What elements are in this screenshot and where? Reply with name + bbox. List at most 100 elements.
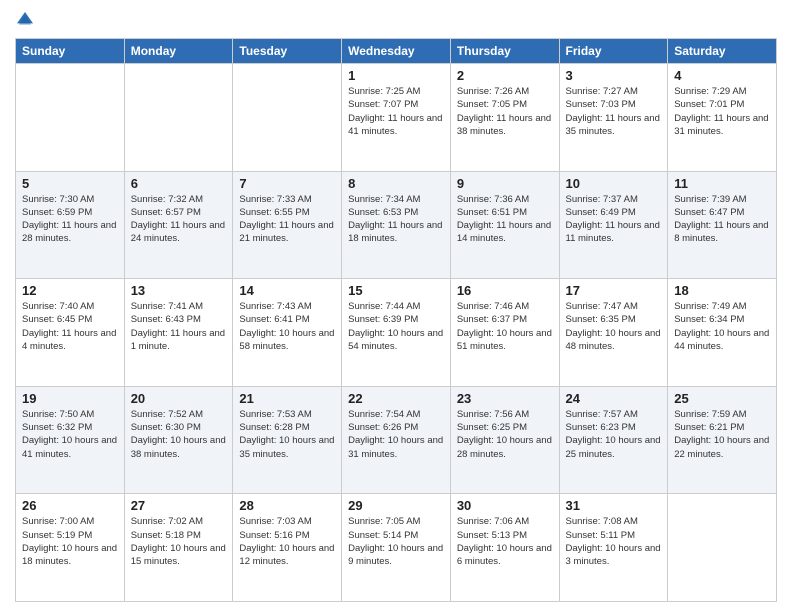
calendar-cell: 23Sunrise: 7:56 AM Sunset: 6:25 PM Dayli… bbox=[450, 386, 559, 494]
day-info: Sunrise: 7:41 AM Sunset: 6:43 PM Dayligh… bbox=[131, 300, 227, 353]
day-number: 8 bbox=[348, 176, 444, 191]
calendar-cell: 16 Sunrise: 7:46 AM Sunset: 6:37 PM Dayli… bbox=[450, 279, 559, 387]
day-number: 26 bbox=[22, 498, 118, 513]
day-info: Sunrise: 7:08 AM Sunset: 5:11 PM Dayligh… bbox=[566, 515, 662, 568]
calendar-cell: 3 Sunrise: 7:27 AM Sunset: 7:03 PM Daylig… bbox=[559, 64, 668, 172]
day-info: Sunrise: 7:26 AM Sunset: 7:05 PM Dayligh… bbox=[457, 85, 553, 138]
day-info: Sunrise: 7:47 AM Sunset: 6:35 PM Dayligh… bbox=[566, 300, 662, 353]
day-number: 10 bbox=[566, 176, 662, 191]
calendar-cell: 7Sunrise: 7:33 AM Sunset: 6:55 PM Daylig… bbox=[233, 171, 342, 279]
day-info: Sunrise: 7:32 AM Sunset: 6:57 PM Dayligh… bbox=[131, 193, 227, 246]
calendar-cell: 28 Sunrise: 7:03 AM Sunset: 5:16 PM Dayli… bbox=[233, 494, 342, 602]
day-info: Sunrise: 7:57 AM Sunset: 6:23 PM Dayligh… bbox=[566, 408, 662, 461]
day-number: 24 bbox=[566, 391, 662, 406]
day-info: Sunrise: 7:40 AM Sunset: 6:45 PM Dayligh… bbox=[22, 300, 118, 353]
day-info: Sunrise: 7:52 AM Sunset: 6:30 PM Dayligh… bbox=[131, 408, 227, 461]
logo bbox=[15, 10, 39, 30]
day-number: 11 bbox=[674, 176, 770, 191]
day-number: 23 bbox=[457, 391, 553, 406]
day-number: 18 bbox=[674, 283, 770, 298]
weekday-header-row: SundayMondayTuesdayWednesdayThursdayFrid… bbox=[16, 39, 777, 64]
day-number: 27 bbox=[131, 498, 227, 513]
day-info: Sunrise: 7:27 AM Sunset: 7:03 PM Dayligh… bbox=[566, 85, 662, 138]
day-info: Sunrise: 7:59 AM Sunset: 6:21 PM Dayligh… bbox=[674, 408, 770, 461]
calendar-cell: 10 Sunrise: 7:37 AM Sunset: 6:49 PM Dayli… bbox=[559, 171, 668, 279]
calendar-cell: 26 Sunrise: 7:00 AM Sunset: 5:19 PM Dayli… bbox=[16, 494, 125, 602]
calendar-cell: 25 Sunrise: 7:59 AM Sunset: 6:21 PM Dayli… bbox=[668, 386, 777, 494]
calendar-row-0: 1Sunrise: 7:25 AM Sunset: 7:07 PM Daylig… bbox=[16, 64, 777, 172]
day-number: 22 bbox=[348, 391, 444, 406]
weekday-header-saturday: Saturday bbox=[668, 39, 777, 64]
calendar-cell: 14 Sunrise: 7:43 AM Sunset: 6:41 PM Dayli… bbox=[233, 279, 342, 387]
calendar-row-3: 19 Sunrise: 7:50 AM Sunset: 6:32 PM Dayli… bbox=[16, 386, 777, 494]
calendar-cell: 6 Sunrise: 7:32 AM Sunset: 6:57 PM Daylig… bbox=[124, 171, 233, 279]
day-info: Sunrise: 7:00 AM Sunset: 5:19 PM Dayligh… bbox=[22, 515, 118, 568]
day-info: Sunrise: 7:44 AM Sunset: 6:39 PM Dayligh… bbox=[348, 300, 444, 353]
weekday-header-thursday: Thursday bbox=[450, 39, 559, 64]
day-number: 3 bbox=[566, 68, 662, 83]
day-number: 25 bbox=[674, 391, 770, 406]
calendar-cell bbox=[124, 64, 233, 172]
weekday-header-tuesday: Tuesday bbox=[233, 39, 342, 64]
day-number: 2 bbox=[457, 68, 553, 83]
day-number: 4 bbox=[674, 68, 770, 83]
day-info: Sunrise: 7:36 AM Sunset: 6:51 PM Dayligh… bbox=[457, 193, 553, 246]
day-number: 6 bbox=[131, 176, 227, 191]
calendar-cell: 22 Sunrise: 7:54 AM Sunset: 6:26 PM Dayli… bbox=[342, 386, 451, 494]
day-number: 21 bbox=[239, 391, 335, 406]
day-number: 29 bbox=[348, 498, 444, 513]
calendar-cell: 20Sunrise: 7:52 AM Sunset: 6:30 PM Dayli… bbox=[124, 386, 233, 494]
day-info: Sunrise: 7:37 AM Sunset: 6:49 PM Dayligh… bbox=[566, 193, 662, 246]
day-info: Sunrise: 7:02 AM Sunset: 5:18 PM Dayligh… bbox=[131, 515, 227, 568]
calendar-cell: 8 Sunrise: 7:34 AM Sunset: 6:53 PM Daylig… bbox=[342, 171, 451, 279]
day-number: 30 bbox=[457, 498, 553, 513]
calendar-cell: 2 Sunrise: 7:26 AM Sunset: 7:05 PM Daylig… bbox=[450, 64, 559, 172]
calendar-cell: 21 Sunrise: 7:53 AM Sunset: 6:28 PM Dayli… bbox=[233, 386, 342, 494]
calendar-cell: 1Sunrise: 7:25 AM Sunset: 7:07 PM Daylig… bbox=[342, 64, 451, 172]
weekday-header-wednesday: Wednesday bbox=[342, 39, 451, 64]
calendar-cell bbox=[16, 64, 125, 172]
day-number: 28 bbox=[239, 498, 335, 513]
day-info: Sunrise: 7:54 AM Sunset: 6:26 PM Dayligh… bbox=[348, 408, 444, 461]
calendar-cell: 29Sunrise: 7:05 AM Sunset: 5:14 PM Dayli… bbox=[342, 494, 451, 602]
calendar-row-4: 26 Sunrise: 7:00 AM Sunset: 5:19 PM Dayli… bbox=[16, 494, 777, 602]
calendar-cell: 18 Sunrise: 7:49 AM Sunset: 6:34 PM Dayli… bbox=[668, 279, 777, 387]
day-info: Sunrise: 7:39 AM Sunset: 6:47 PM Dayligh… bbox=[674, 193, 770, 246]
day-info: Sunrise: 7:34 AM Sunset: 6:53 PM Dayligh… bbox=[348, 193, 444, 246]
day-info: Sunrise: 7:49 AM Sunset: 6:34 PM Dayligh… bbox=[674, 300, 770, 353]
day-number: 17 bbox=[566, 283, 662, 298]
day-number: 16 bbox=[457, 283, 553, 298]
calendar-cell: 15 Sunrise: 7:44 AM Sunset: 6:39 PM Dayli… bbox=[342, 279, 451, 387]
page: SundayMondayTuesdayWednesdayThursdayFrid… bbox=[0, 0, 792, 612]
day-info: Sunrise: 7:50 AM Sunset: 6:32 PM Dayligh… bbox=[22, 408, 118, 461]
calendar-row-2: 12 Sunrise: 7:40 AM Sunset: 6:45 PM Dayli… bbox=[16, 279, 777, 387]
day-number: 31 bbox=[566, 498, 662, 513]
weekday-header-friday: Friday bbox=[559, 39, 668, 64]
calendar-table: SundayMondayTuesdayWednesdayThursdayFrid… bbox=[15, 38, 777, 602]
day-info: Sunrise: 7:03 AM Sunset: 5:16 PM Dayligh… bbox=[239, 515, 335, 568]
day-number: 15 bbox=[348, 283, 444, 298]
calendar-cell: 30 Sunrise: 7:06 AM Sunset: 5:13 PM Dayli… bbox=[450, 494, 559, 602]
calendar-row-1: 5 Sunrise: 7:30 AM Sunset: 6:59 PM Daylig… bbox=[16, 171, 777, 279]
logo-icon bbox=[15, 10, 35, 30]
day-info: Sunrise: 7:06 AM Sunset: 5:13 PM Dayligh… bbox=[457, 515, 553, 568]
calendar-cell: 31 Sunrise: 7:08 AM Sunset: 5:11 PM Dayli… bbox=[559, 494, 668, 602]
weekday-header-sunday: Sunday bbox=[16, 39, 125, 64]
day-number: 13 bbox=[131, 283, 227, 298]
day-info: Sunrise: 7:30 AM Sunset: 6:59 PM Dayligh… bbox=[22, 193, 118, 246]
calendar-cell: 12 Sunrise: 7:40 AM Sunset: 6:45 PM Dayli… bbox=[16, 279, 125, 387]
calendar-cell: 24 Sunrise: 7:57 AM Sunset: 6:23 PM Dayli… bbox=[559, 386, 668, 494]
day-number: 7 bbox=[239, 176, 335, 191]
day-info: Sunrise: 7:25 AM Sunset: 7:07 PM Dayligh… bbox=[348, 85, 444, 138]
calendar-cell: 13 Sunrise: 7:41 AM Sunset: 6:43 PM Dayli… bbox=[124, 279, 233, 387]
day-info: Sunrise: 7:53 AM Sunset: 6:28 PM Dayligh… bbox=[239, 408, 335, 461]
day-number: 5 bbox=[22, 176, 118, 191]
calendar-cell: 4Sunrise: 7:29 AM Sunset: 7:01 PM Daylig… bbox=[668, 64, 777, 172]
day-info: Sunrise: 7:46 AM Sunset: 6:37 PM Dayligh… bbox=[457, 300, 553, 353]
day-number: 14 bbox=[239, 283, 335, 298]
day-number: 9 bbox=[457, 176, 553, 191]
day-info: Sunrise: 7:43 AM Sunset: 6:41 PM Dayligh… bbox=[239, 300, 335, 353]
calendar-cell: 17 Sunrise: 7:47 AM Sunset: 6:35 PM Dayli… bbox=[559, 279, 668, 387]
day-number: 19 bbox=[22, 391, 118, 406]
day-number: 12 bbox=[22, 283, 118, 298]
